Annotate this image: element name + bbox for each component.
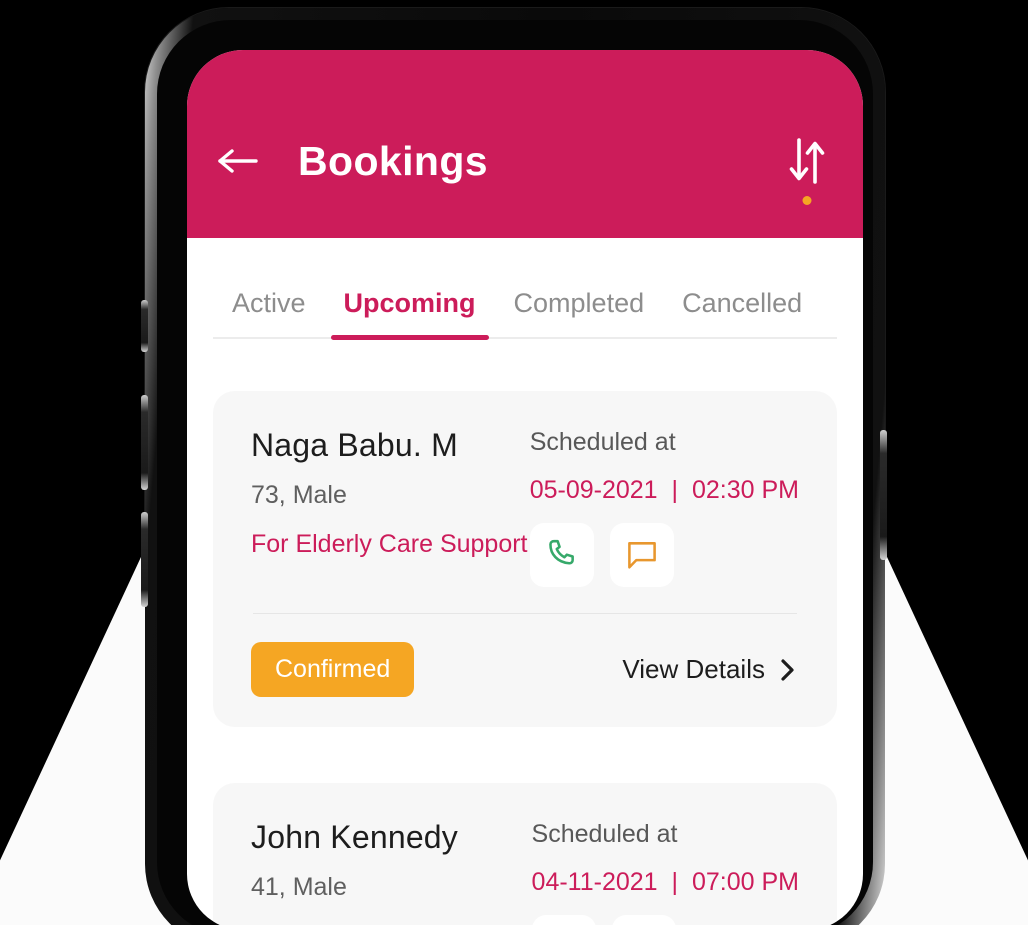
chat-bubble-icon <box>627 542 656 569</box>
contact-actions <box>529 523 799 587</box>
bookings-list: Naga Babu. M 73, Male For Elderly Care S… <box>187 339 863 925</box>
chat-button[interactable] <box>611 915 676 925</box>
scheduled-separator: | <box>671 868 679 896</box>
tab-cancelled[interactable]: Cancelled <box>663 288 821 337</box>
booking-card[interactable]: John Kennedy 41, Male For Nursing Suppor… <box>213 783 837 925</box>
scheduled-label: Scheduled at <box>531 820 678 848</box>
scheduled-time: 07:00 PM <box>691 868 799 896</box>
call-button[interactable] <box>531 915 596 925</box>
schedule-info: Scheduled at 05-09-2021 | 02:30 PM <box>529 425 799 587</box>
phone-mute-switch[interactable] <box>141 300 148 352</box>
contact-actions <box>531 915 799 925</box>
view-details-label: View Details <box>622 654 765 684</box>
phone-icon <box>548 539 574 565</box>
screenshot-stage: Bookings Active Upcoming Completed Cance… <box>0 0 1028 925</box>
status-badge[interactable]: Confirmed <box>251 642 415 697</box>
view-details-button[interactable]: View Details <box>622 654 799 685</box>
scheduled-date: 04-11-2021 <box>531 868 658 896</box>
phone-screen: Bookings Active Upcoming Completed Cance… <box>187 50 863 925</box>
chevron-right-icon <box>781 658 794 681</box>
tab-completed[interactable]: Completed <box>495 288 664 337</box>
scheduled-date: 05-09-2021 <box>529 476 658 504</box>
call-button[interactable] <box>529 523 594 587</box>
schedule-info: Scheduled at 04-11-2021 | 07:00 PM <box>531 817 799 925</box>
patient-info: Naga Babu. M 73, Male For Elderly Care S… <box>251 425 528 559</box>
patient-meta: 41, Male <box>251 873 347 901</box>
arrow-left-icon <box>218 149 258 173</box>
phone-device-frame: Bookings Active Upcoming Completed Cance… <box>145 8 885 925</box>
back-button[interactable] <box>215 138 261 184</box>
patient-meta: 73, Male <box>251 481 347 509</box>
scheduled-datetime: 04-11-2021 | 07:00 PM <box>532 868 799 897</box>
phone-volume-down-button[interactable] <box>141 512 148 607</box>
sort-active-badge <box>802 196 812 205</box>
phone-bezel: Bookings Active Upcoming Completed Cance… <box>157 20 873 925</box>
patient-info: John Kennedy 41, Male For Nursing Suppor… <box>251 817 476 925</box>
booking-card-top: Naga Babu. M 73, Male For Elderly Care S… <box>251 425 799 587</box>
sort-updown-icon <box>789 138 825 184</box>
scheduled-separator: | <box>671 476 679 504</box>
service-type: For Elderly Care Support <box>251 530 528 558</box>
page-title: Bookings <box>298 137 488 184</box>
scheduled-label: Scheduled at <box>529 428 676 456</box>
booking-status-tabs: Active Upcoming Completed Cancelled <box>213 238 837 340</box>
phone-power-button[interactable] <box>880 430 887 560</box>
scheduled-time: 02:30 PM <box>691 476 799 504</box>
tab-upcoming[interactable]: Upcoming <box>325 288 495 340</box>
card-divider <box>253 613 797 614</box>
patient-name: John Kennedy <box>251 819 459 855</box>
scheduled-datetime: 05-09-2021 | 02:30 PM <box>530 476 799 505</box>
sort-button[interactable] <box>783 133 831 205</box>
app-header: Bookings <box>187 50 863 238</box>
patient-name: Naga Babu. M <box>251 427 458 463</box>
chat-button[interactable] <box>609 523 674 587</box>
booking-card[interactable]: Naga Babu. M 73, Male For Elderly Care S… <box>213 391 837 727</box>
phone-volume-up-button[interactable] <box>141 395 148 490</box>
booking-card-footer: Confirmed View Details <box>251 642 799 697</box>
tab-active[interactable]: Active <box>213 288 325 337</box>
booking-card-top: John Kennedy 41, Male For Nursing Suppor… <box>251 817 799 925</box>
